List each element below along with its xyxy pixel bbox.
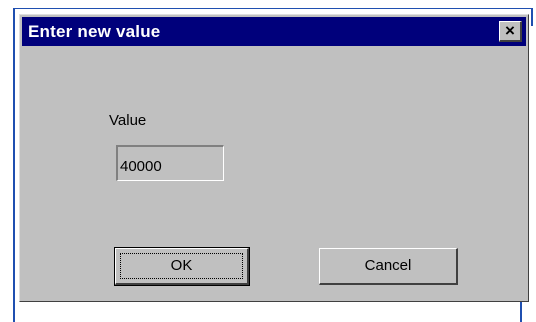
enter-value-dialog: Enter new value × Value OK Cancel: [19, 14, 529, 302]
cancel-button[interactable]: Cancel: [319, 248, 458, 285]
background-guide-left: [13, 8, 15, 322]
value-label: Value: [109, 112, 147, 129]
value-input[interactable]: [116, 145, 224, 181]
dialog-titlebar[interactable]: Enter new value ×: [22, 17, 526, 46]
close-button[interactable]: ×: [499, 21, 522, 42]
ok-button[interactable]: OK: [114, 247, 250, 286]
background-guide-right: [531, 8, 533, 26]
close-icon: ×: [505, 21, 515, 40]
dialog-title: Enter new value: [28, 22, 161, 41]
cancel-button-label: Cancel: [364, 257, 412, 274]
background-guide-top: [15, 8, 533, 9]
ok-focus-ring: [120, 253, 243, 279]
